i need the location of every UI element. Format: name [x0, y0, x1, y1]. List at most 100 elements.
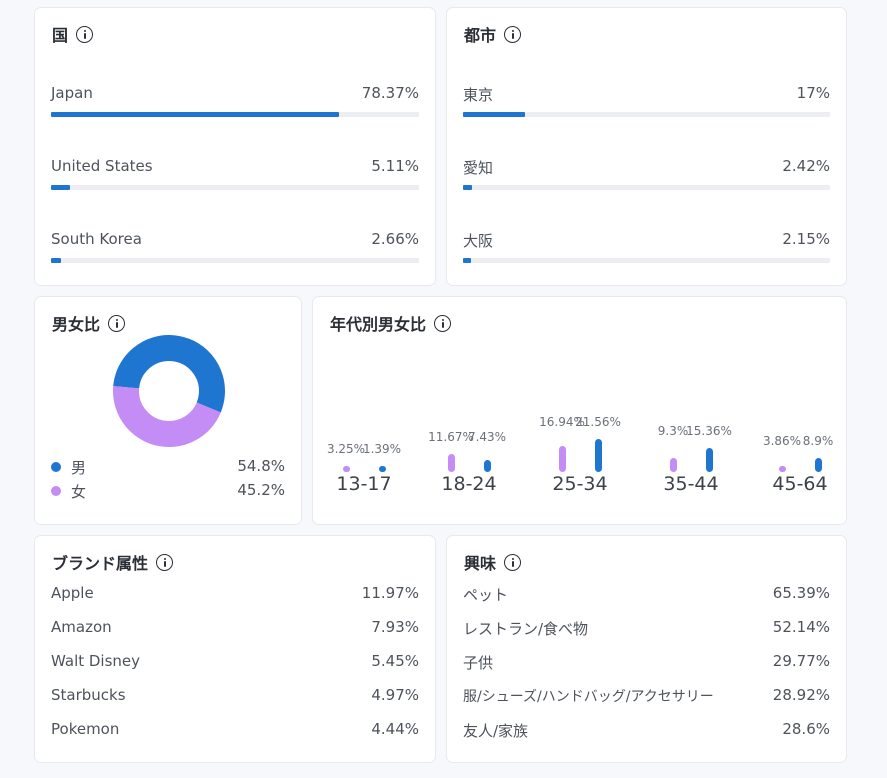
interest-value: 28.92% [772, 686, 830, 704]
female-bar [448, 453, 455, 472]
male-pct-label: 1.39% [362, 442, 402, 456]
country-label: United States [51, 157, 153, 175]
city-label: 東京 [463, 86, 494, 104]
legend-row-female: 女 45.2% [51, 481, 285, 501]
brand-title-text: ブランド属性 [52, 554, 149, 573]
info-icon[interactable] [504, 553, 522, 571]
progress-fill [51, 258, 61, 263]
list-item: Starbucks 4.97% [51, 686, 419, 706]
country-label: Japan [51, 84, 93, 102]
interest-card-title: 興味 [464, 550, 522, 574]
gender-card-title: 男女比 [52, 311, 126, 335]
age-range-label: 18-24 [441, 473, 497, 495]
interest-value: 28.6% [782, 720, 830, 738]
country-value: 5.11% [371, 157, 419, 175]
brand-value: 4.97% [371, 686, 419, 704]
progress-track [463, 112, 830, 117]
list-item: 服/シューズ/ハンドバッグ/アクセサリー 28.92% [463, 686, 830, 706]
list-item: Pokemon 4.44% [51, 720, 419, 740]
city-value: 2.42% [782, 157, 830, 175]
male-bar [379, 466, 386, 472]
female-bar [779, 466, 786, 472]
interest-label: 友人/家族 [463, 722, 529, 740]
city-label: 愛知 [463, 159, 494, 177]
country-value: 2.66% [371, 230, 419, 248]
city-row: 東京 17% [463, 84, 830, 124]
info-icon[interactable] [504, 25, 522, 43]
list-item: 子供 29.77% [463, 652, 830, 672]
male-pct-label: 8.9% [802, 434, 834, 449]
age-gender-chart: 3.25% 1.39% 13-17 11.67% 7.43% 18-24 16.94% 21.… [313, 297, 848, 526]
interest-label: レストラン/食べ物 [463, 620, 589, 638]
progress-track [51, 112, 419, 117]
brand-value: 4.44% [371, 720, 419, 738]
male-pct-label: 21.56% [575, 414, 621, 429]
city-value: 17% [796, 84, 830, 102]
list-item: Apple 11.97% [51, 584, 419, 604]
brand-label: Apple [51, 584, 94, 602]
gender-title-text: 男女比 [52, 315, 101, 334]
legend-label: 男 [71, 459, 87, 477]
legend-label: 女 [71, 483, 87, 501]
interest-label: ペット [463, 586, 509, 604]
male-dot-icon [51, 462, 61, 472]
female-pct-label: 3.25% [326, 442, 366, 456]
city-row: 愛知 2.42% [463, 157, 830, 197]
country-card: 国 Japan 78.37% United States 5.11% South… [34, 7, 436, 286]
interest-label: 服/シューズ/ハンドバッグ/アクセサリー [463, 689, 714, 705]
progress-fill [51, 112, 340, 117]
list-item: Walt Disney 5.45% [51, 652, 419, 672]
male-bar [706, 448, 713, 472]
brand-label: Walt Disney [51, 652, 141, 670]
info-icon[interactable] [156, 553, 174, 571]
female-bar [559, 445, 566, 472]
legend-value: 54.8% [237, 457, 285, 475]
female-bar [343, 466, 350, 472]
interest-value: 52.14% [772, 618, 830, 636]
brand-card-title: ブランド属性 [52, 550, 174, 574]
progress-fill [463, 112, 526, 117]
city-row: 大阪 2.15% [463, 230, 830, 270]
progress-track [51, 258, 419, 263]
city-card: 都市 東京 17% 愛知 2.42% 大阪 2.15% [446, 7, 847, 286]
progress-track [463, 258, 830, 263]
country-value: 78.37% [361, 84, 419, 102]
country-title-text: 国 [52, 26, 69, 45]
age-range-label: 13-17 [336, 473, 392, 495]
info-icon[interactable] [108, 314, 126, 332]
city-value: 2.15% [782, 230, 830, 248]
gender-donut-chart [113, 335, 225, 447]
legend-row-male: 男 54.8% [51, 457, 285, 477]
age-range-label: 25-34 [552, 473, 608, 495]
male-bar [815, 458, 822, 472]
male-bar [595, 438, 602, 472]
female-pct-label: 9.3% [657, 424, 689, 439]
progress-track [463, 185, 830, 190]
male-pct-label: 15.36% [686, 424, 732, 439]
city-title-text: 都市 [464, 26, 497, 45]
female-pct-label: 3.86% [762, 434, 802, 449]
male-bar [484, 460, 491, 472]
city-label: 大阪 [463, 232, 494, 250]
brand-label: Pokemon [51, 720, 120, 738]
list-item: Amazon 7.93% [51, 618, 419, 638]
gender-card: 男女比 男 54.8% 女 45.2% [34, 296, 302, 525]
interest-value: 65.39% [772, 584, 830, 602]
brand-value: 7.93% [371, 618, 419, 636]
city-card-title: 都市 [464, 22, 522, 46]
info-icon[interactable] [76, 25, 94, 43]
progress-fill [463, 258, 471, 263]
interest-value: 29.77% [772, 652, 830, 670]
country-row: South Korea 2.66% [51, 230, 419, 270]
brand-card: ブランド属性 Apple 11.97% Amazon 7.93% Walt Di… [34, 535, 436, 763]
country-card-title: 国 [52, 22, 94, 46]
country-label: South Korea [51, 230, 142, 248]
list-item: レストラン/食べ物 52.14% [463, 618, 830, 638]
brand-label: Starbucks [51, 686, 126, 704]
female-dot-icon [51, 486, 61, 496]
country-row: United States 5.11% [51, 157, 419, 197]
age-range-label: 45-64 [772, 473, 828, 495]
progress-fill [51, 185, 70, 190]
age-range-label: 35-44 [663, 473, 719, 495]
interest-title-text: 興味 [464, 554, 497, 573]
